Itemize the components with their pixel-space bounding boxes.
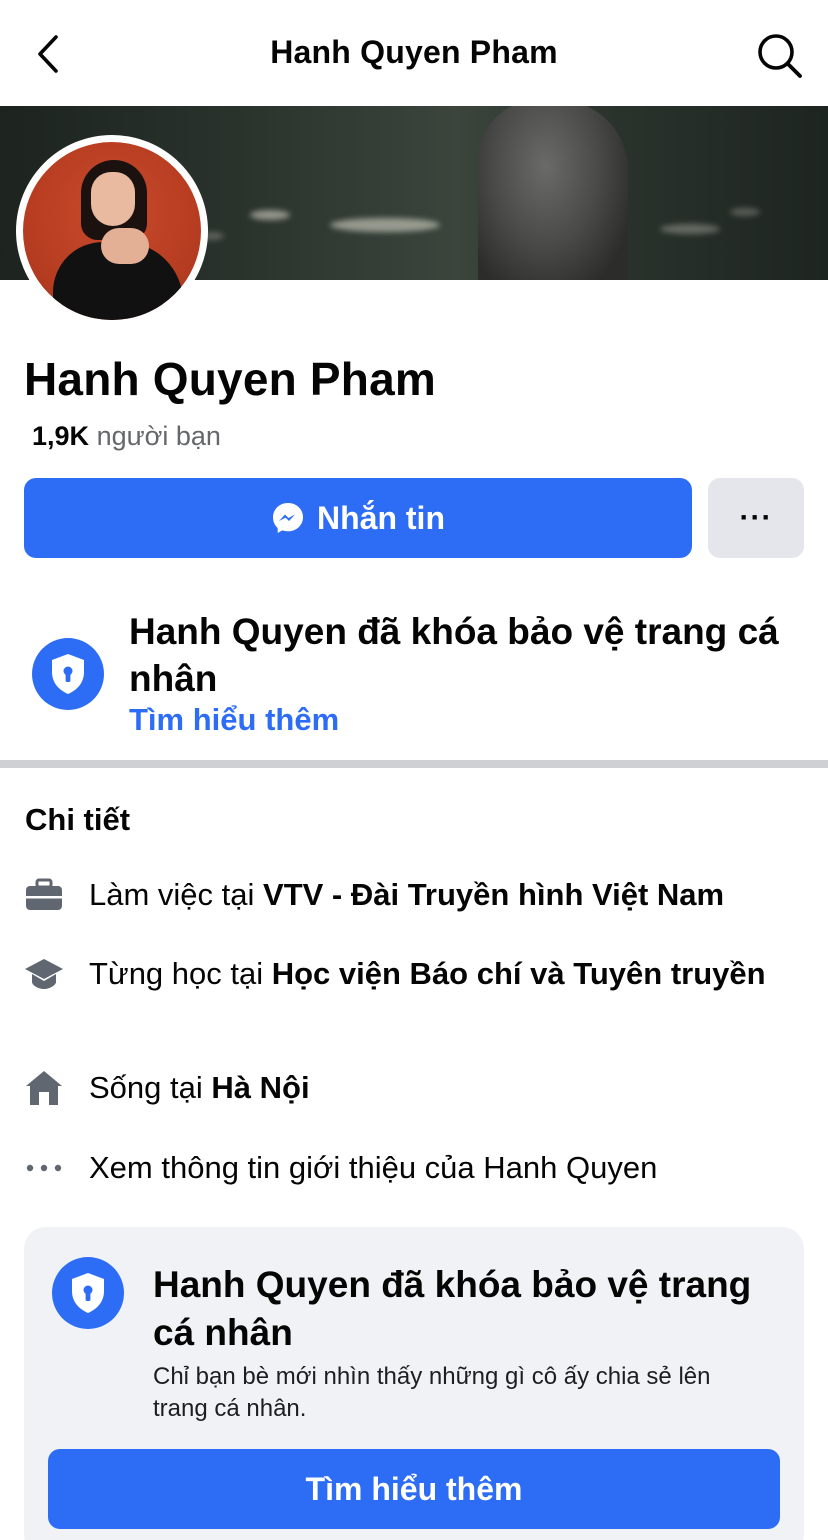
detail-see-about[interactable]: Xem thông tin giới thiệu của Hanh Quyen (0, 1146, 828, 1190)
search-button[interactable] (754, 30, 804, 80)
avatar-image (23, 142, 201, 320)
detail-work-text: Làm việc tại VTV - Đài Truyền hình Việt … (89, 877, 725, 912)
profile-avatar[interactable] (16, 135, 208, 327)
section-divider (0, 760, 828, 768)
home-icon (24, 1068, 64, 1108)
detail-location[interactable]: Sống tại Hà Nội (0, 1066, 828, 1110)
briefcase-icon (24, 875, 64, 915)
messenger-icon (273, 503, 303, 533)
friends-count[interactable]: 1,9K người bạn (32, 421, 221, 452)
friends-count-value: 1,9K (32, 421, 90, 451)
learn-more-button-label: Tìm hiểu thêm (305, 1470, 523, 1507)
detail-location-text: Sống tại Hà Nội (89, 1070, 310, 1105)
page-title: Hanh Quyen Pham (270, 34, 558, 70)
detail-work-value[interactable]: VTV - Đài Truyền hình Việt Nam (263, 877, 724, 912)
shield-lock-icon (32, 638, 104, 710)
lock-card-title: Hanh Quyen đã khóa bảo vệ trang cá nhân (153, 1264, 752, 1353)
more-options-label: ··· (739, 501, 773, 534)
detail-work[interactable]: Làm việc tại VTV - Đài Truyền hình Việt … (0, 873, 828, 917)
details-heading: Chi tiết (25, 802, 131, 837)
more-dots-icon (24, 1148, 64, 1188)
profile-lock-notice: Hanh Quyen đã khóa bảo vệ trang cá nhân … (0, 598, 828, 758)
lock-notice-title: Hanh Quyen đã khóa bảo vệ trang cá nhân (129, 611, 779, 699)
profile-name: Hanh Quyen Pham (24, 353, 436, 405)
see-about-link: Xem thông tin giới thiệu của Hanh Quyen (89, 1150, 658, 1185)
top-nav-bar: Hanh Quyen Pham (0, 0, 828, 106)
message-button-label: Nhắn tin (317, 499, 445, 536)
lock-card-description: Chỉ bạn bè mới nhìn thấy những gì cô ấy … (153, 1363, 711, 1422)
learn-more-button[interactable]: Tìm hiểu thêm (48, 1449, 780, 1529)
message-button[interactable]: Nhắn tin (24, 478, 692, 558)
search-icon (758, 34, 802, 78)
shield-lock-icon (52, 1257, 124, 1329)
graduation-cap-icon (24, 954, 64, 994)
detail-education-text: Từng học tại Học viện Báo chí và Tuyên t… (89, 956, 766, 991)
detail-education[interactable]: Từng học tại Học viện Báo chí và Tuyên t… (0, 954, 828, 1038)
learn-more-link[interactable]: Tìm hiểu thêm (129, 702, 339, 738)
friends-count-label: người bạn (96, 421, 221, 451)
more-options-button[interactable]: ··· (708, 478, 804, 558)
profile-lock-card: Hanh Quyen đã khóa bảo vệ trang cá nhân … (24, 1227, 804, 1540)
detail-education-value[interactable]: Học viện Báo chí và Tuyên truyền (272, 956, 766, 991)
detail-location-value[interactable]: Hà Nội (211, 1070, 309, 1105)
